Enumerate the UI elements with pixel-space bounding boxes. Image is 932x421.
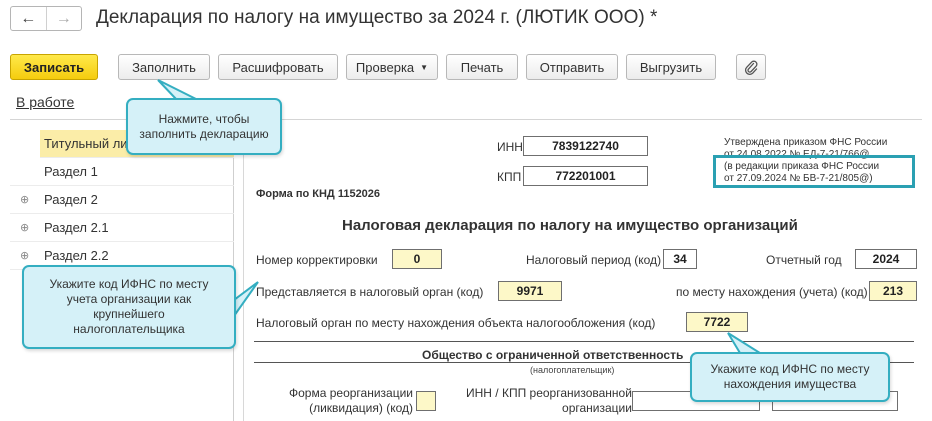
fill-hint-callout: Нажмите, чтобы заполнить декларацию <box>126 98 282 155</box>
callout-line: учета организации как <box>66 292 192 306</box>
callout-line: Укажите код ИФНС по месту <box>710 362 870 376</box>
callout-line: нахождения имущества <box>723 377 857 391</box>
callout-line: Укажите код ИФНС по месту <box>49 277 209 291</box>
callout-line: налогоплательщика <box>73 322 185 336</box>
callout-line: заполнить декларацию <box>139 126 269 141</box>
ifns-hint-callout: Укажите код ИФНС по месту учета организа… <box>22 265 236 349</box>
property-hint-callout: Укажите код ИФНС по месту нахождения иму… <box>690 352 890 402</box>
callout-line: Нажмите, чтобы <box>158 111 250 126</box>
callout-line: крупнейшего <box>93 307 165 321</box>
